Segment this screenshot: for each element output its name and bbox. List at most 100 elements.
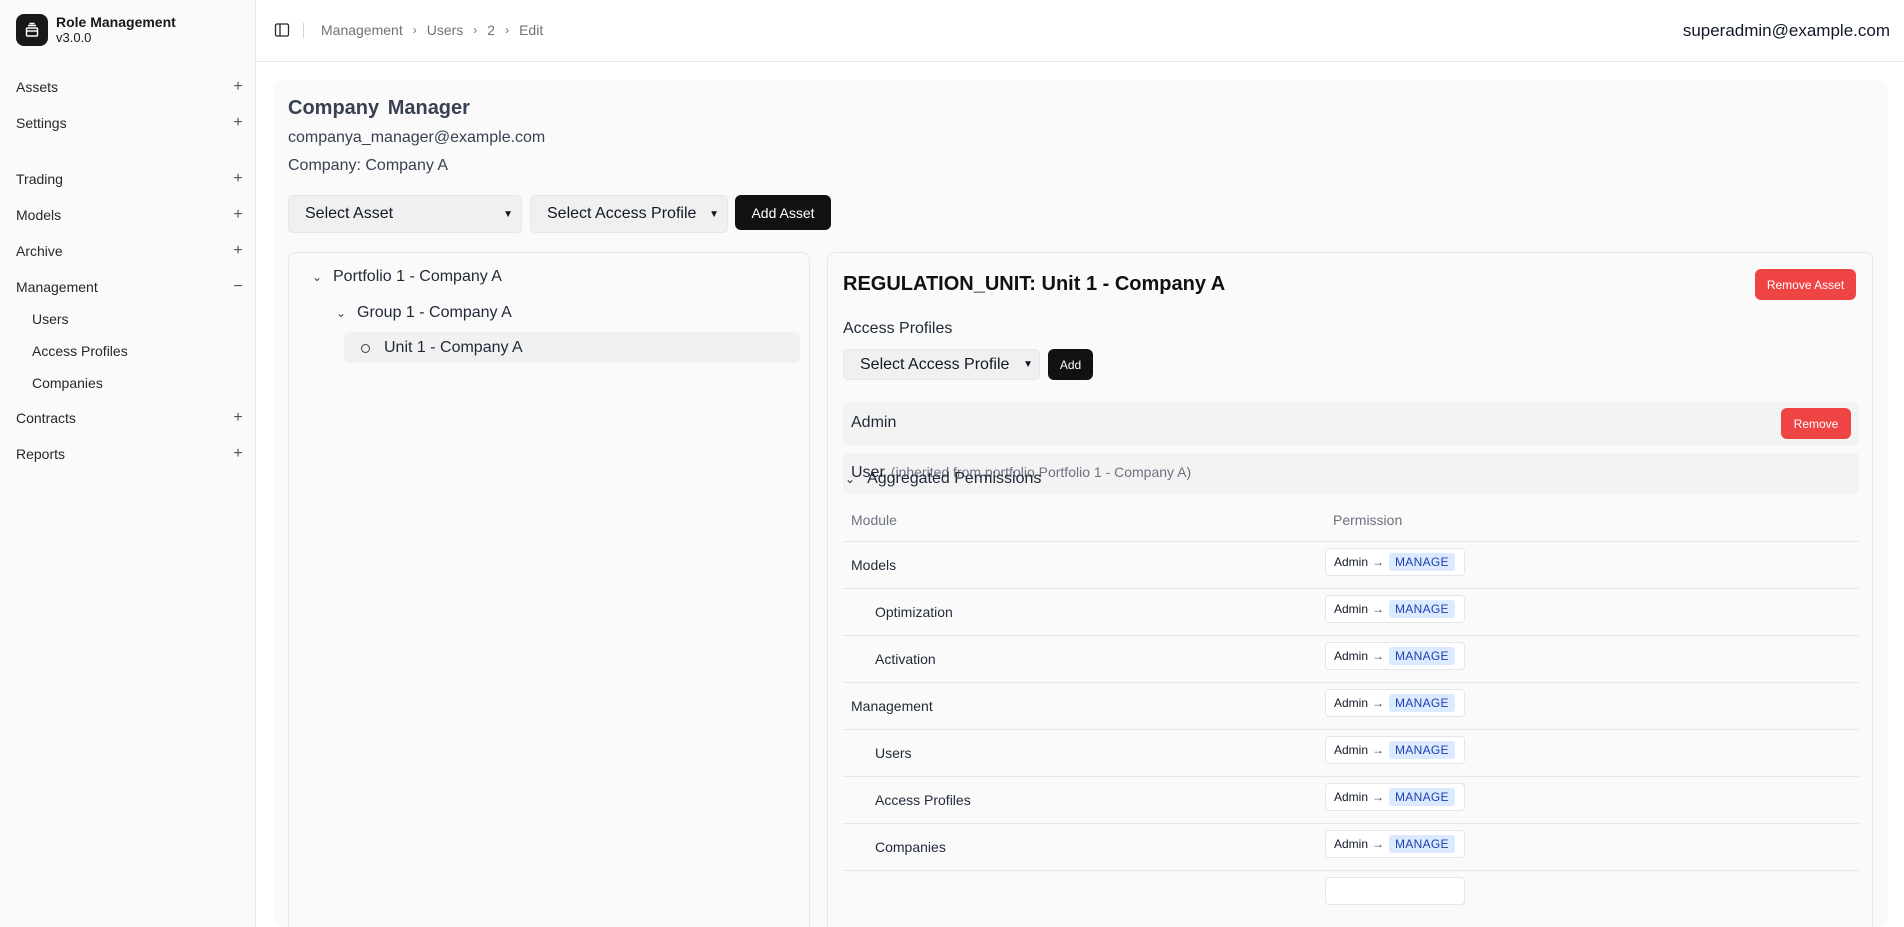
- circle-icon: [361, 343, 370, 353]
- module-cell: Models: [851, 557, 897, 573]
- tree-node-portfolio[interactable]: ⌄ Portfolio 1 - Company A: [309, 261, 502, 293]
- chevron-right-icon: ›: [412, 23, 417, 37]
- sidebar-item-contracts[interactable]: Contracts +: [16, 404, 244, 432]
- sidebar-item-label: Contracts: [16, 410, 76, 426]
- expand-icon: +: [233, 78, 243, 95]
- column-header-permission: Permission: [1333, 512, 1403, 528]
- breadcrumb-users[interactable]: Users: [427, 22, 464, 38]
- user-company: Company: Company A: [288, 157, 449, 174]
- select-asset-value: Select Asset: [305, 205, 394, 222]
- collapse-icon: −: [233, 278, 243, 295]
- chevron-right-icon: ›: [505, 23, 510, 37]
- sidebar-item-management[interactable]: Management −: [16, 273, 244, 301]
- permission-chip: Admin → MANAGE: [1325, 736, 1465, 764]
- sidebar-item-label: Reports: [16, 446, 66, 462]
- app-name: Role Management: [56, 14, 176, 30]
- permission-chip: Admin → MANAGE: [1325, 595, 1465, 623]
- add-profile-button[interactable]: Add: [1048, 349, 1093, 380]
- breadcrumb-edit: Edit: [519, 22, 544, 38]
- permission-level-badge: MANAGE: [1389, 835, 1455, 853]
- module-cell: Optimization: [875, 604, 953, 620]
- sidebar-item-label: Settings: [16, 115, 67, 131]
- current-user-email[interactable]: superadmin@example.com: [1683, 21, 1890, 41]
- user-last-name: Manager: [387, 97, 470, 119]
- aggregated-permissions-label: Aggregated Permissions: [867, 470, 1042, 487]
- table-divider: [843, 870, 1859, 871]
- permission-level-badge: MANAGE: [1389, 647, 1455, 665]
- permission-level-badge: MANAGE: [1389, 741, 1455, 759]
- select-asset-dropdown[interactable]: Select Asset ▼: [288, 195, 522, 233]
- sidebar-item-assets[interactable]: Assets +: [16, 73, 244, 101]
- chevron-down-icon[interactable]: ⌄: [333, 306, 349, 320]
- asset-detail-panel: REGULATION_UNIT: Unit 1 - Company A Remo…: [827, 252, 1873, 927]
- permission-source: Admin: [1334, 743, 1369, 757]
- table-divider: [843, 823, 1859, 824]
- arrow-right-icon: →: [1372, 602, 1385, 616]
- module-cell: Activation: [875, 651, 936, 667]
- app-version: v3.0.0: [56, 30, 92, 45]
- tree-node-group[interactable]: ⌄ Group 1 - Company A: [333, 297, 512, 329]
- sidebar-item-models[interactable]: Models +: [16, 201, 244, 229]
- sidebar-item-settings[interactable]: Settings +: [16, 109, 244, 137]
- permission-level-badge: MANAGE: [1389, 694, 1455, 712]
- asset-tree-panel: ⌄ Portfolio 1 - Company A ⌄ Group 1 - Co…: [288, 252, 810, 927]
- module-cell: Access Profiles: [875, 792, 971, 808]
- permission-chip: Admin → MANAGE: [1325, 783, 1465, 811]
- remove-asset-button[interactable]: Remove Asset: [1755, 269, 1856, 300]
- table-divider: [843, 635, 1859, 636]
- permission-chip: Admin → MANAGE: [1325, 830, 1465, 858]
- module-cell: Companies: [875, 839, 946, 855]
- user-email: companya_manager@example.com: [288, 129, 546, 146]
- expand-icon: +: [233, 170, 243, 187]
- tree-node-unit[interactable]: Unit 1 - Company A: [361, 332, 523, 364]
- chevron-down-icon[interactable]: ⌄: [309, 270, 325, 284]
- sidebar-item-label: Management: [16, 279, 98, 295]
- remove-profile-button[interactable]: Remove: [1781, 408, 1851, 439]
- sidebar-subitem-users[interactable]: Users: [32, 307, 69, 331]
- permission-source: Admin: [1334, 555, 1369, 569]
- chevron-right-icon: ›: [473, 23, 478, 37]
- brand[interactable]: Role Management v3.0.0: [16, 14, 176, 46]
- profile-select-dropdown[interactable]: Select Access Profile ▼: [843, 349, 1040, 380]
- sidebar-item-label: Models: [16, 207, 62, 223]
- add-asset-button[interactable]: Add Asset: [735, 195, 831, 230]
- arrow-right-icon: →: [1372, 649, 1385, 663]
- aggregated-permissions-toggle[interactable]: ⌄ Aggregated Permissions: [845, 470, 1041, 488]
- select-access-profile-value: Select Access Profile: [547, 205, 697, 222]
- main-card: Company Manager companya_manager@example…: [273, 80, 1888, 927]
- table-divider: [843, 729, 1859, 730]
- chevron-down-icon: ⌄: [845, 472, 856, 486]
- expand-icon: +: [233, 242, 243, 259]
- permission-chip: Admin → MANAGE: [1325, 548, 1465, 576]
- chevron-down-icon: ▼: [709, 208, 719, 220]
- table-divider: [843, 682, 1859, 683]
- sidebar-item-reports[interactable]: Reports +: [16, 440, 244, 468]
- permission-source: Admin: [1334, 649, 1369, 663]
- sidebar-item-trading[interactable]: Trading +: [16, 165, 244, 193]
- select-access-profile-dropdown[interactable]: Select Access Profile ▼: [530, 195, 728, 233]
- arrow-right-icon: →: [1372, 743, 1385, 757]
- access-profiles-heading: Access Profiles: [843, 320, 953, 337]
- sidebar-subitem-access-profiles[interactable]: Access Profiles: [32, 339, 128, 363]
- arrow-right-icon: →: [1372, 790, 1385, 804]
- profile-name: Admin: [851, 414, 897, 431]
- table-divider: [843, 588, 1859, 589]
- permission-level-badge: MANAGE: [1389, 600, 1455, 618]
- module-cell: Users: [875, 745, 912, 761]
- profile-select-value: Select Access Profile: [860, 355, 1010, 373]
- sidebar-subitem-companies[interactable]: Companies: [32, 371, 103, 395]
- user-first-name: Company: [288, 97, 380, 119]
- top-header: Management › Users › 2 › Edit superadmin…: [256, 0, 1904, 62]
- breadcrumb-user-id[interactable]: 2: [487, 22, 495, 38]
- expand-icon: +: [233, 206, 243, 223]
- header-divider: [303, 23, 304, 38]
- permission-source: Admin: [1334, 790, 1369, 804]
- asset-title: REGULATION_UNIT: Unit 1 - Company A: [843, 273, 1226, 295]
- tree-node-label: Group 1 - Company A: [357, 304, 512, 321]
- expand-icon: +: [233, 409, 243, 426]
- permission-level-badge: MANAGE: [1389, 553, 1455, 571]
- permission-chip-partial: [1325, 877, 1465, 905]
- sidebar-toggle-icon[interactable]: [274, 22, 290, 38]
- sidebar-item-archive[interactable]: Archive +: [16, 237, 244, 265]
- breadcrumb-management[interactable]: Management: [321, 22, 403, 38]
